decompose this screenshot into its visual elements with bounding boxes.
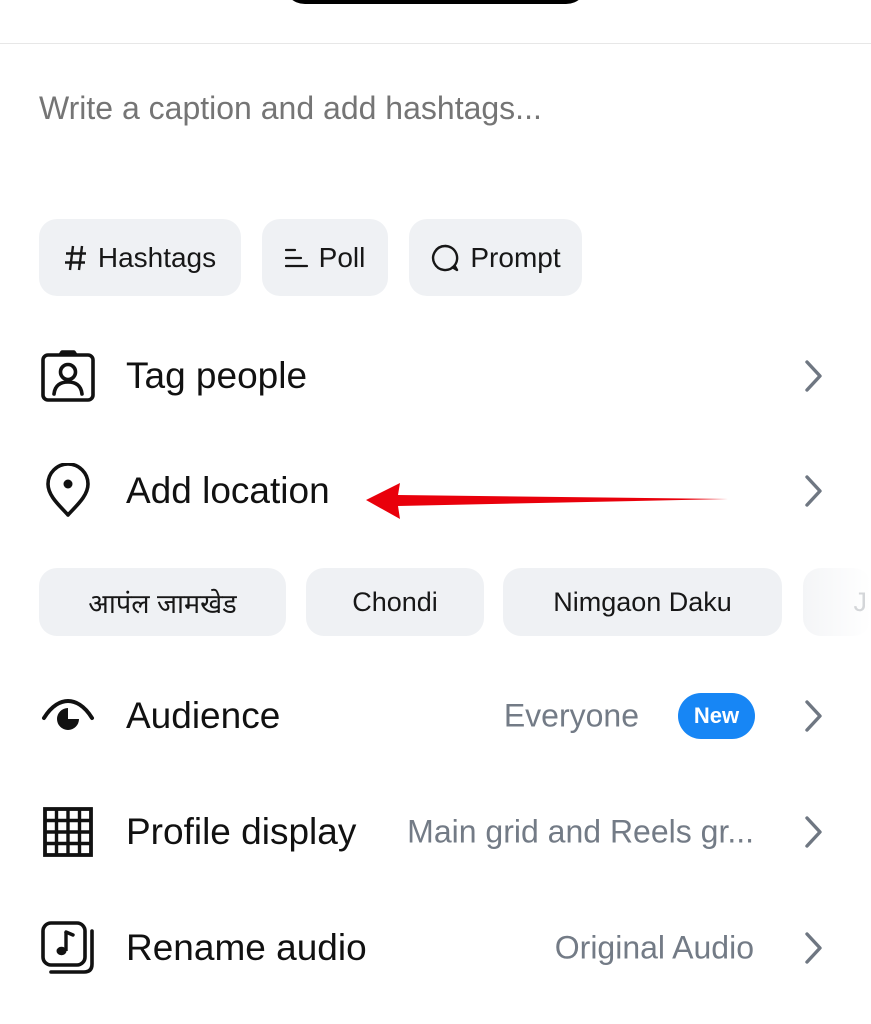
- audio-icon: [41, 921, 94, 974]
- poll-chip[interactable]: Poll: [262, 219, 388, 296]
- grid-icon: [43, 807, 93, 857]
- profile-display-value: Main grid and Reels gr...: [407, 813, 754, 850]
- poll-icon: [284, 248, 308, 267]
- prompt-icon: [432, 244, 459, 271]
- audience-value: Everyone: [503, 697, 639, 734]
- location-pin-icon: [46, 463, 90, 517]
- chevron-right-icon: [805, 816, 822, 848]
- location-suggestion-chip[interactable]: Chondi: [306, 568, 484, 636]
- annotation-arrow: [366, 483, 728, 519]
- tag-people-row[interactable]: Tag people: [0, 328, 871, 424]
- new-post-details-screen: Hashtags Poll Prompt Tag people: [0, 0, 871, 1024]
- top-divider: [0, 43, 871, 44]
- location-suggestion-label: Nimgaon Daku: [553, 586, 732, 617]
- chevron-right-icon: [805, 700, 822, 732]
- hashtags-chip[interactable]: Hashtags: [39, 219, 241, 296]
- hashtag-icon: [64, 245, 86, 270]
- location-suggestion-chip[interactable]: आपंल जामखेड: [39, 568, 286, 636]
- hashtags-chip-label: Hashtags: [97, 241, 217, 273]
- profile-display-label: Profile display: [126, 811, 357, 852]
- audience-label: Audience: [126, 695, 281, 736]
- prompt-chip-label: Prompt: [470, 241, 561, 273]
- location-suggestion-chip[interactable]: Nimgaon Daku: [503, 568, 782, 636]
- location-suggestion-label: आपंल जामखेड: [88, 588, 237, 619]
- caption-input[interactable]: [39, 86, 819, 130]
- top-media-handle: [283, 0, 588, 4]
- add-location-label: Add location: [126, 470, 330, 511]
- tag-people-icon: [41, 350, 95, 402]
- chevron-right-icon: [805, 360, 822, 392]
- rename-audio-label: Rename audio: [126, 927, 367, 968]
- rename-audio-row[interactable]: Rename audio Original Audio: [0, 900, 871, 996]
- location-suggestion-label: Chondi: [352, 586, 438, 617]
- location-suggestion-chip[interactable]: J: [803, 568, 871, 636]
- tag-people-label: Tag people: [126, 355, 308, 396]
- new-badge: New: [678, 693, 755, 739]
- chevron-right-icon: [805, 932, 822, 964]
- rename-audio-value: Original Audio: [554, 929, 754, 966]
- profile-display-row[interactable]: Profile display Main grid and Reels gr..…: [0, 784, 871, 880]
- audience-icon: [42, 698, 94, 730]
- location-suggestion-label: J: [853, 586, 868, 617]
- poll-chip-label: Poll: [318, 241, 366, 273]
- prompt-chip[interactable]: Prompt: [409, 219, 582, 296]
- audience-row[interactable]: Audience Everyone New: [0, 668, 871, 764]
- chevron-right-icon: [805, 475, 822, 507]
